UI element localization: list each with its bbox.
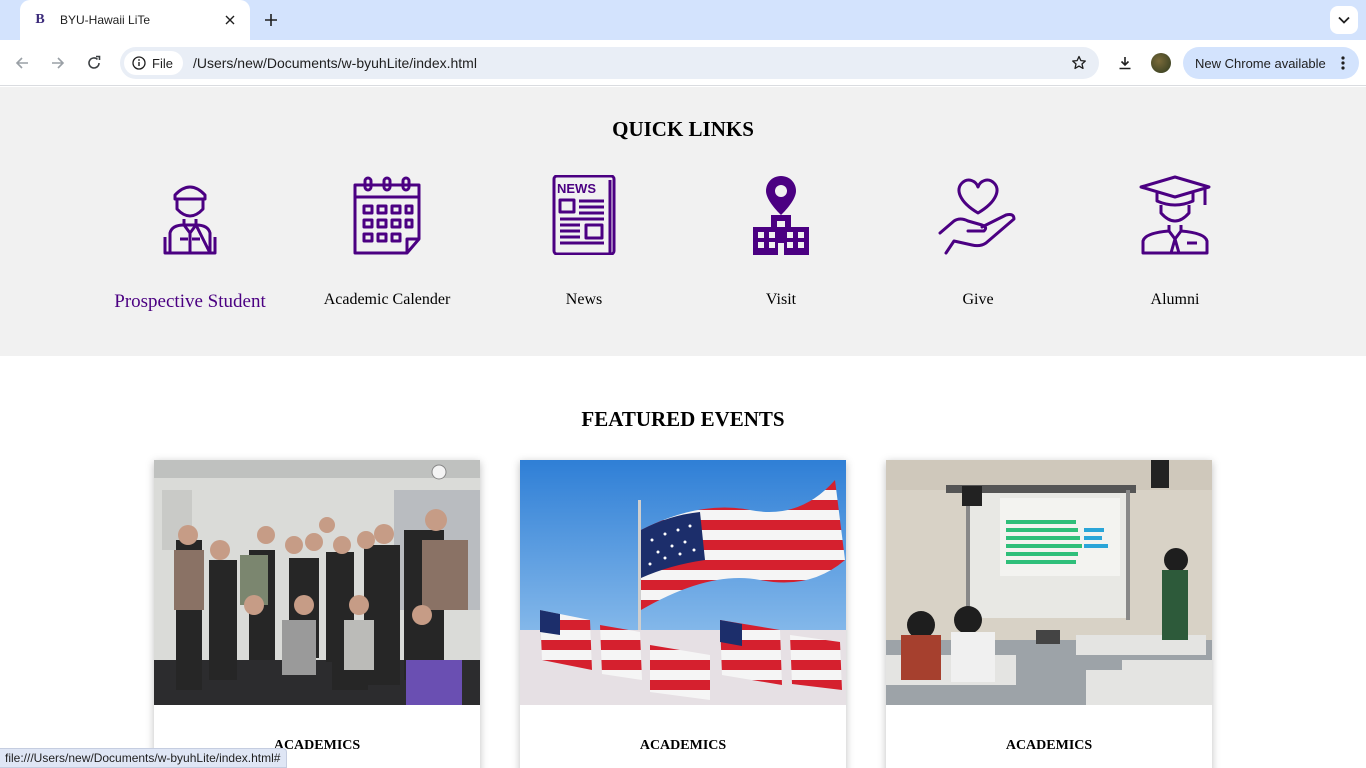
quick-link-give[interactable]: Give — [888, 175, 1068, 309]
new-chrome-available-button[interactable]: New Chrome available — [1183, 47, 1359, 79]
quick-link-label: Prospective Student — [114, 291, 266, 312]
update-label: New Chrome available — [1195, 55, 1326, 71]
tab-search-chevron-icon[interactable] — [1330, 6, 1358, 34]
event-category: ACADEMICS — [1005, 738, 1093, 753]
quick-link-prospective-student[interactable]: Prospective Student — [100, 175, 280, 313]
bookmark-star-icon[interactable] — [1063, 47, 1095, 79]
tab-title: BYU-Hawaii LiTe — [60, 13, 151, 27]
info-icon — [132, 56, 146, 70]
quick-link-label: Visit — [765, 291, 797, 308]
more-vert-icon[interactable] — [1333, 56, 1353, 70]
event-card[interactable]: ACADEMICS — [520, 460, 846, 768]
american-flags-photo — [520, 460, 846, 705]
group-photo — [154, 460, 480, 705]
location-building-icon — [753, 176, 809, 255]
quick-links-section: QUICK LINKS Prospective Student Academic… — [0, 87, 1366, 356]
quick-link-label: Give — [962, 291, 994, 308]
browser-toolbar: File /Users/new/Documents/w-byuhLite/ind… — [0, 40, 1366, 86]
event-card[interactable]: ACADEMICS — [154, 460, 480, 768]
quick-link-alumni[interactable]: Alumni — [1085, 175, 1265, 309]
quick-link-academic-calendar[interactable]: Academic Calender — [297, 175, 477, 309]
calendar-icon — [353, 176, 421, 255]
featured-events-title: FEATURED EVENTS — [581, 407, 785, 431]
quick-links-title: QUICK LINKS — [612, 117, 754, 141]
heart-hand-icon — [938, 178, 1016, 255]
new-tab-plus-icon[interactable] — [259, 8, 283, 32]
site-info-chip[interactable]: File — [124, 51, 183, 75]
profile-avatar[interactable] — [1151, 53, 1171, 73]
classroom-presentation-photo — [886, 460, 1212, 705]
student-icon — [163, 185, 217, 255]
page-content: QUICK LINKS Prospective Student Academic… — [0, 87, 1366, 768]
favicon-icon: B — [35, 12, 45, 27]
status-bar-url: file:///Users/new/Documents/w-byuhLite/i… — [0, 748, 288, 768]
event-category: ACADEMICS — [639, 738, 727, 753]
quick-link-label: Alumni — [1150, 291, 1200, 308]
back-arrow-icon[interactable] — [10, 51, 34, 75]
forward-arrow-icon[interactable] — [46, 51, 70, 75]
event-card[interactable]: ACADEMICS — [886, 460, 1212, 768]
quick-link-visit[interactable]: Visit — [691, 175, 871, 309]
browser-tab[interactable]: B BYU-Hawaii LiTe — [20, 0, 250, 40]
close-icon[interactable] — [220, 10, 240, 30]
graduate-icon — [1139, 175, 1211, 255]
newspaper-icon: NEWS — [552, 175, 616, 255]
quick-link-news[interactable]: NEWS News — [494, 175, 674, 309]
address-bar[interactable]: File /Users/new/Documents/w-byuhLite/ind… — [120, 47, 1099, 79]
svg-text:NEWS: NEWS — [557, 181, 596, 196]
quick-link-label: News — [565, 291, 603, 308]
reload-icon[interactable] — [82, 51, 106, 75]
download-icon[interactable] — [1113, 51, 1137, 75]
quick-link-label: Academic Calender — [323, 291, 451, 308]
site-info-label: File — [152, 55, 173, 71]
url-text[interactable]: /Users/new/Documents/w-byuhLite/index.ht… — [193, 55, 1063, 71]
tab-strip: B BYU-Hawaii LiTe — [0, 0, 1366, 40]
